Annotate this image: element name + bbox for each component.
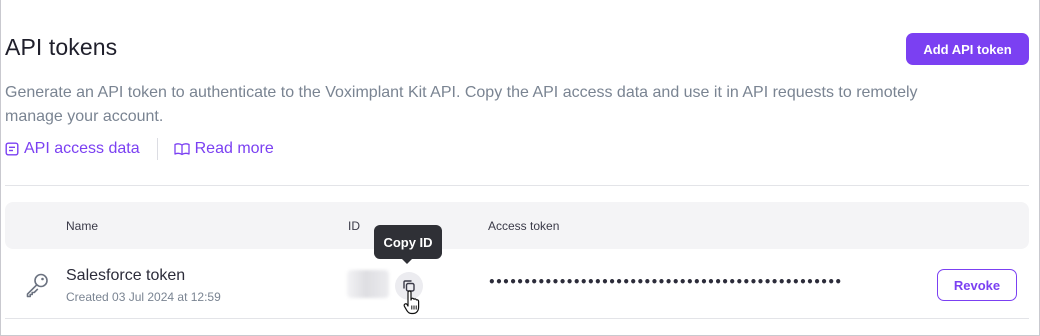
- token-name: Salesforce token: [66, 267, 186, 284]
- read-more-label: Read more: [194, 140, 274, 157]
- read-more-link[interactable]: Read more: [173, 140, 274, 158]
- access-token-masked: ••••••••••••••••••••••••••••••••••••••••…: [488, 275, 842, 289]
- copy-id-tooltip: Copy ID: [374, 225, 442, 259]
- hand-pointer-icon: [403, 290, 420, 315]
- table-header: Name ID Access token: [5, 202, 1029, 249]
- table-row: Salesforce token Created 03 Jul 2024 at …: [5, 256, 1029, 316]
- revoke-button[interactable]: Revoke: [937, 269, 1017, 301]
- document-list-icon: [5, 142, 19, 156]
- column-header-access-token: Access token: [488, 219, 560, 233]
- links-bar: API access data Read more: [5, 138, 274, 160]
- tooltip-arrow: [401, 258, 413, 264]
- column-header-name: Name: [66, 219, 99, 233]
- links-divider: [156, 138, 158, 160]
- token-created-date: Created 03 Jul 2024 at 12:59: [66, 290, 221, 304]
- page-description: Generate an API token to authenticate to…: [5, 84, 918, 125]
- key-icon: [26, 273, 48, 298]
- row-divider: [5, 318, 1029, 319]
- api-access-data-link[interactable]: API access data: [5, 140, 140, 158]
- column-header-id: ID: [348, 219, 360, 233]
- add-api-token-button[interactable]: Add API token: [906, 33, 1029, 65]
- page-title: API tokens: [5, 34, 118, 60]
- api-access-data-label: API access data: [24, 140, 140, 157]
- open-book-icon: [173, 143, 190, 156]
- token-id-redacted: [347, 270, 389, 298]
- section-divider: [5, 185, 1029, 186]
